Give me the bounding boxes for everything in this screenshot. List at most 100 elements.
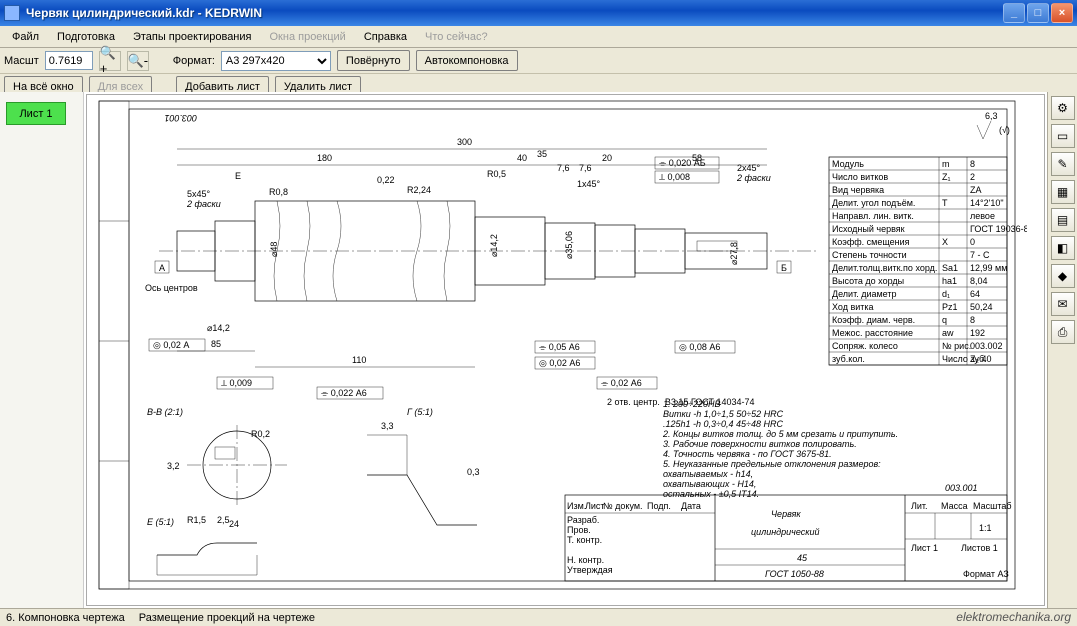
svg-text:Коэфф. диам. черв.: Коэфф. диам. черв. xyxy=(832,315,915,325)
svg-text:3,2: 3,2 xyxy=(167,461,180,471)
svg-text:Вид червяка: Вид червяка xyxy=(832,185,884,195)
svg-text:охватываемых - h14,: охватываемых - h14, xyxy=(663,469,753,479)
format-label: Формат: xyxy=(173,55,215,67)
zoom-in-icon: 🔍+ xyxy=(100,45,120,76)
watermark: elektromechanika.org xyxy=(956,610,1071,624)
svg-text:8: 8 xyxy=(970,159,975,169)
close-button[interactable]: × xyxy=(1051,3,1073,23)
svg-text:⌀14,2: ⌀14,2 xyxy=(207,323,230,333)
tool-icon-2[interactable]: ▭ xyxy=(1051,124,1075,148)
minimize-button[interactable]: _ xyxy=(1003,3,1025,23)
svg-text:Листов 1: Листов 1 xyxy=(961,543,998,553)
sheet-tab-1[interactable]: Лист 1 xyxy=(6,102,66,125)
menu-help[interactable]: Справка xyxy=(356,29,415,45)
svg-text:Б: Б xyxy=(781,263,787,273)
status-bar: 6. Компоновка чертежа Размещение проекци… xyxy=(0,608,1077,626)
svg-text:64: 64 xyxy=(970,289,980,299)
svg-text:192: 192 xyxy=(970,328,985,338)
svg-text:2,5: 2,5 xyxy=(217,515,230,525)
tool-icon-1[interactable]: ⚙ xyxy=(1051,96,1075,120)
svg-text:Масса: Масса xyxy=(941,501,968,511)
svg-text:110: 110 xyxy=(352,355,366,365)
svg-text:ha1: ha1 xyxy=(942,276,957,286)
format-select[interactable]: А3 297x420 xyxy=(221,51,331,71)
rotate-button[interactable]: Повёрнуто xyxy=(337,50,410,71)
menu-prep[interactable]: Подготовка xyxy=(49,29,123,45)
svg-text:Z₂ 40: Z₂ 40 xyxy=(970,354,992,364)
tool-icon-6[interactable]: ◧ xyxy=(1051,236,1075,260)
svg-text:1:1: 1:1 xyxy=(979,523,992,533)
svg-text:⌀48: ⌀48 xyxy=(269,242,279,257)
svg-text:⟂ 0,008: ⟂ 0,008 xyxy=(659,172,690,182)
svg-text:24: 24 xyxy=(229,519,239,529)
svg-text:20: 20 xyxy=(602,153,612,163)
svg-text:1x45°: 1x45° xyxy=(577,179,601,189)
svg-text:R0,5: R0,5 xyxy=(487,169,506,179)
tool-icon-8[interactable]: ✉ xyxy=(1051,292,1075,316)
svg-text:Коэфф. смещения: Коэфф. смещения xyxy=(832,237,910,247)
svg-text:14°2'10": 14°2'10" xyxy=(970,198,1004,208)
svg-text:Z₁: Z₁ xyxy=(942,172,951,182)
svg-text:2 фаски: 2 фаски xyxy=(186,199,221,209)
svg-text:6,3: 6,3 xyxy=(985,111,998,121)
status-right: Размещение проекций на чертеже xyxy=(139,612,315,624)
svg-text:◎ 0,08 А6: ◎ 0,08 А6 xyxy=(679,342,720,352)
svg-text:Дата: Дата xyxy=(681,501,701,511)
scale-label: Масшт xyxy=(4,55,39,67)
menu-bar: Файл Подготовка Этапы проектирования Окн… xyxy=(0,26,1077,48)
svg-text:7,6: 7,6 xyxy=(557,163,570,173)
menu-stages[interactable]: Этапы проектирования xyxy=(125,29,260,45)
svg-text:Исходный червяк: Исходный червяк xyxy=(832,224,905,234)
svg-text:ГОСТ 1050-88: ГОСТ 1050-88 xyxy=(765,569,824,579)
svg-text:3,3: 3,3 xyxy=(381,421,394,431)
app-icon xyxy=(4,5,20,21)
menu-now: Что сейчас? xyxy=(417,29,496,45)
svg-text:40: 40 xyxy=(517,153,527,163)
zoom-in-button[interactable]: 🔍+ xyxy=(99,51,121,71)
tool-icon-4[interactable]: ▦ xyxy=(1051,180,1075,204)
svg-text:4. Точность червяка - по ГОСТ: 4. Точность червяка - по ГОСТ 3675-81. xyxy=(663,449,832,459)
svg-text:R1,5: R1,5 xyxy=(187,515,206,525)
svg-text:aw: aw xyxy=(942,328,954,338)
scale-input[interactable] xyxy=(45,51,93,70)
left-dock: Лист 1 xyxy=(0,92,84,608)
svg-text:2x45°: 2x45° xyxy=(737,163,761,173)
svg-text:q: q xyxy=(942,315,947,325)
svg-text:цилиндрический: цилиндрический xyxy=(751,527,820,537)
tool-icon-5[interactable]: ▤ xyxy=(1051,208,1075,232)
svg-text:8: 8 xyxy=(970,315,975,325)
svg-text:3. Рабочие поверхности витков: 3. Рабочие поверхности витков полировать… xyxy=(663,439,857,449)
svg-text:8,04: 8,04 xyxy=(970,276,988,286)
svg-text:Межос. расстояние: Межос. расстояние xyxy=(832,328,913,338)
zoom-out-button[interactable]: 🔍- xyxy=(127,51,149,71)
svg-text:85: 85 xyxy=(211,339,221,349)
svg-text:Делит.толщ.витк.по хорд.: Делит.толщ.витк.по хорд. xyxy=(832,263,937,273)
svg-text:7 - С: 7 - С xyxy=(970,250,990,260)
svg-text:⌯ 0,020 АБ: ⌯ 0,020 АБ xyxy=(659,158,706,168)
svg-text:Лит.: Лит. xyxy=(911,501,928,511)
svg-text:⌀35,06: ⌀35,06 xyxy=(564,231,574,259)
autolayout-button[interactable]: Автокомпоновка xyxy=(416,50,518,71)
svg-text:◎ 0,02 А: ◎ 0,02 А xyxy=(153,340,189,350)
svg-text:5. Неуказанные предельные откл: 5. Неуказанные предельные отклонения раз… xyxy=(663,459,881,469)
drawing-svg: 003.001 6,3 (√) 300 180 40 20 58 xyxy=(87,95,1027,595)
workspace: Лист 1 003.001 6,3 (√) 300 180 40 xyxy=(0,92,1077,608)
tool-icon-3[interactable]: ✎ xyxy=(1051,152,1075,176)
svg-text:2 фаски: 2 фаски xyxy=(736,173,771,183)
svg-text:d₁: d₁ xyxy=(942,289,950,299)
status-left: 6. Компоновка чертежа xyxy=(6,612,125,624)
svg-text:Степень точности: Степень точности xyxy=(832,250,907,260)
svg-text:2. Концы витков толщ. до 5 мм: 2. Концы витков толщ. до 5 мм срезать и … xyxy=(662,429,898,439)
tool-icon-7[interactable]: ◆ xyxy=(1051,264,1075,288)
tool-icon-9[interactable]: ⎙ xyxy=(1051,320,1075,344)
maximize-button[interactable]: □ xyxy=(1027,3,1049,23)
svg-text:◎ 0,02 А6: ◎ 0,02 А6 xyxy=(539,358,580,368)
svg-text:Число витков: Число витков xyxy=(832,172,888,182)
svg-text:R0,8: R0,8 xyxy=(269,187,288,197)
svg-text:Формат АЗ: Формат АЗ xyxy=(963,569,1009,579)
zoom-out-icon: 🔍- xyxy=(128,53,149,69)
menu-file[interactable]: Файл xyxy=(4,29,47,45)
svg-text:⌯ 0,022 А6: ⌯ 0,022 А6 xyxy=(321,388,367,398)
svg-text:Направл. лин. витк.: Направл. лин. витк. xyxy=(832,211,914,221)
drawing-canvas[interactable]: 003.001 6,3 (√) 300 180 40 20 58 xyxy=(86,94,1045,606)
